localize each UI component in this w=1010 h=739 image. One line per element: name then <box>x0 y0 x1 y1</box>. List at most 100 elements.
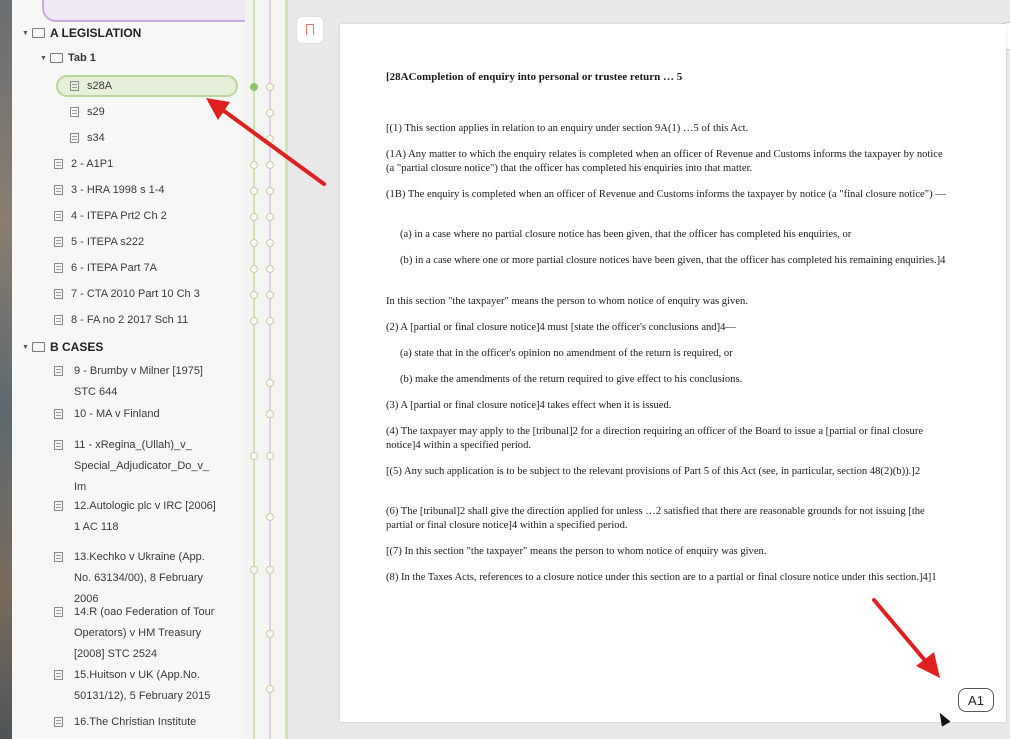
case-line: 12.Autologic plc v IRC [2006] <box>74 500 216 512</box>
sidebar-item-label: 6 - ITEPA Part 7A <box>71 262 157 274</box>
timeline-node[interactable] <box>250 213 258 221</box>
timeline-node[interactable] <box>266 410 274 418</box>
case-line: STC 644 <box>74 386 118 398</box>
sidebar-item-itepa-prt2[interactable]: 4 - ITEPA Prt2 Ch 2 <box>54 210 167 222</box>
sidebar-item-itepa-7a[interactable]: 6 - ITEPA Part 7A <box>54 262 157 274</box>
timeline-node[interactable] <box>266 379 274 387</box>
timeline-node[interactable] <box>266 291 274 299</box>
timeline-line-green <box>253 0 255 739</box>
timeline-node[interactable] <box>266 187 274 195</box>
document-icon <box>70 133 79 143</box>
folder-label: Tab 1 <box>68 52 96 64</box>
paragraph: In this section "the taxpayer" means the… <box>386 296 748 307</box>
sidebar-item-s29[interactable]: s29 <box>70 106 105 118</box>
document-icon <box>54 185 63 195</box>
sidebar-item-cta-2010[interactable]: 7 - CTA 2010 Part 10 Ch 3 <box>54 288 200 300</box>
sidebar-item-hra[interactable]: 3 - HRA 1998 s 1-4 <box>54 184 165 196</box>
timeline-node[interactable] <box>266 566 274 574</box>
chevron-down-icon[interactable]: ▼ <box>22 30 32 37</box>
timeline-node[interactable] <box>250 566 258 574</box>
document-icon <box>54 717 63 727</box>
paragraph: (4) The taxpayer may apply to the [tribu… <box>386 426 924 451</box>
document-icon <box>54 501 63 511</box>
paragraph: (b) make the amendments of the return re… <box>400 374 743 385</box>
timeline-node-active[interactable] <box>250 83 258 91</box>
folder-icon <box>32 342 45 352</box>
timeline-node[interactable] <box>266 265 274 273</box>
case-line: Special_Adjudicator_Do_v_ <box>74 460 210 472</box>
timeline-node[interactable] <box>250 452 258 460</box>
timeline-track <box>245 0 285 739</box>
sidebar-item-label: s29 <box>87 106 105 118</box>
document-page: [28ACompletion of enquiry into personal … <box>340 24 1006 722</box>
sidebar-item-s34[interactable]: s34 <box>70 132 105 144</box>
case-line: 16.The Christian Institute <box>74 716 197 728</box>
paragraph: (a) state that in the officer's opinion … <box>400 348 733 359</box>
desktop-background-strip <box>0 0 12 739</box>
paragraph: [(7) In this section "the taxpayer" mean… <box>386 546 767 557</box>
binder-sidebar: ▼ A LEGISLATION ▼ Tab 1 s28A s29 s34 2 -… <box>12 0 245 739</box>
paragraph: (b) in a case where one or more partial … <box>400 255 946 266</box>
timeline-node[interactable] <box>266 213 274 221</box>
case-line: 14.R (oao Federation of Tour <box>74 606 215 618</box>
sidebar-item-fa-2017[interactable]: 8 - FA no 2 2017 Sch 11 <box>54 314 188 326</box>
section-b-cases[interactable]: ▼ B CASES <box>22 340 103 354</box>
timeline-node[interactable] <box>250 187 258 195</box>
folder-icon <box>50 53 63 63</box>
timeline-node[interactable] <box>250 265 258 273</box>
sidebar-item-label: 7 - CTA 2010 Part 10 Ch 3 <box>71 288 200 300</box>
timeline-node[interactable] <box>266 513 274 521</box>
sidebar-item-s28a[interactable]: s28A <box>56 75 238 97</box>
section-label: B CASES <box>50 340 104 354</box>
chevron-down-icon[interactable]: ▼ <box>22 344 32 351</box>
case-line: [2008] STC 2524 <box>74 648 158 660</box>
paragraph: [(5) Any such application is to be subje… <box>386 466 921 477</box>
folder-icon <box>32 28 45 38</box>
document-icon <box>54 159 63 169</box>
paragraph: (a) in a case where no partial closure n… <box>400 229 852 240</box>
sidebar-item-label: 4 - ITEPA Prt2 Ch 2 <box>71 210 167 222</box>
sidebar-item-label: 3 - HRA 1998 s 1-4 <box>71 184 165 196</box>
document-icon <box>70 107 79 117</box>
document-icon <box>54 440 63 450</box>
timeline-node[interactable] <box>266 317 274 325</box>
folder-tab-1[interactable]: ▼ Tab 1 <box>40 52 96 64</box>
bookmark-button[interactable] <box>296 16 324 44</box>
sidebar-item-itepa-s222[interactable]: 5 - ITEPA s222 <box>54 236 144 248</box>
case-line: 13.Kechko v Ukraine (App. <box>74 551 205 563</box>
case-line: No. 63134/00), 8 February <box>74 572 204 584</box>
section-a-legislation[interactable]: ▼ A LEGISLATION <box>22 26 141 40</box>
sidebar-item-a1p1[interactable]: 2 - A1P1 <box>54 158 113 170</box>
paragraph: (1B) The enquiry is completed when an of… <box>386 189 946 200</box>
timeline-node[interactable] <box>266 161 274 169</box>
timeline-node[interactable] <box>266 452 274 460</box>
timeline-node[interactable] <box>266 239 274 247</box>
paragraph: (6) The [tribunal]2 shall give the direc… <box>386 506 925 531</box>
document-icon <box>54 670 63 680</box>
timeline-node[interactable] <box>250 317 258 325</box>
sidebar-item-label: 2 - A1P1 <box>71 158 114 170</box>
document-icon <box>54 409 63 419</box>
timeline-node[interactable] <box>250 161 258 169</box>
sidebar-item-label: s28A <box>87 80 113 92</box>
timeline-node[interactable] <box>266 109 274 117</box>
chevron-down-icon[interactable]: ▼ <box>40 55 50 62</box>
timeline-node[interactable] <box>266 135 274 143</box>
document-icon <box>54 289 63 299</box>
bookmark-icon <box>306 24 314 39</box>
sidebar-item-label: 5 - ITEPA s222 <box>71 236 145 248</box>
timeline-node[interactable] <box>266 685 274 693</box>
paragraph: (3) A [partial or final closure notice]4… <box>386 400 672 411</box>
sidebar-top-selection <box>42 0 245 22</box>
timeline-node[interactable] <box>266 83 274 91</box>
timeline-node[interactable] <box>250 291 258 299</box>
sidebar-item-label: 8 - FA no 2 2017 Sch 11 <box>71 314 189 326</box>
section-label: A LEGISLATION <box>50 26 142 40</box>
case-line: 10 - MA v Finland <box>74 408 160 420</box>
case-line: 15.Huitson v UK (App.No. <box>74 669 200 681</box>
case-line: Operators) v HM Treasury <box>74 627 202 639</box>
page-label-badge[interactable]: A1 <box>958 688 994 712</box>
timeline-node[interactable] <box>266 630 274 638</box>
document-icon <box>54 607 63 617</box>
timeline-node[interactable] <box>250 239 258 247</box>
